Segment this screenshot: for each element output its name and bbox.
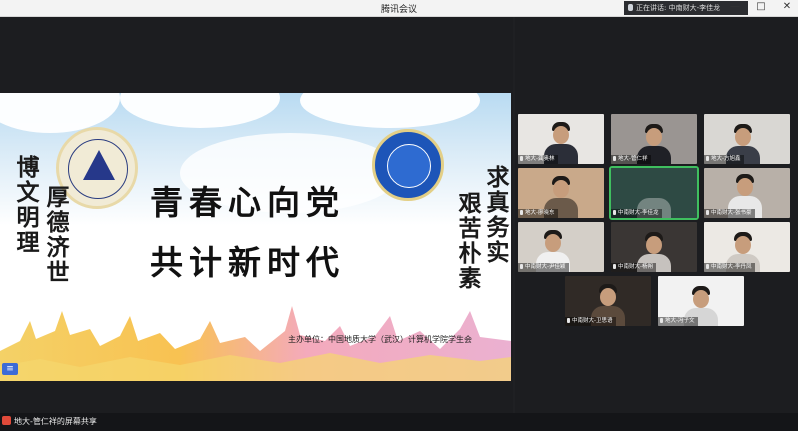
screen-share-area[interactable]: 博文明理 厚德济世 求真务实 艰苦朴素 青春心向党 共计新时代 主办单位：中国地… <box>0 17 513 413</box>
slide-organizer-text: 主办单位：中国地质大学（武汉）计算机学院学生会 <box>288 335 472 344</box>
left-motto-column-2: 厚德济世 <box>42 185 69 285</box>
screen-share-icon <box>2 416 11 425</box>
microphone-icon <box>613 156 616 161</box>
speaking-label: 正在讲话: 中南财大-李佳龙 <box>636 4 721 12</box>
participant-tile-active-speaker[interactable]: 中南财大-李佳龙 <box>609 166 699 220</box>
participant-name-label: 中南财大-尹佳颖 <box>518 263 569 272</box>
participant-name-label: 地大-管仁祥 <box>611 155 651 164</box>
participant-video-panel: 地大-龚奥林 地大-管仁祥 地大-方旭鑫 地大-廖晓东 中南财大-李佳龙 中南财… <box>515 17 798 413</box>
participant-name-label: 地大-龚奥林 <box>518 155 558 164</box>
microphone-icon <box>613 210 616 215</box>
participant-name-label: 中南财大-李佳龙 <box>611 209 662 218</box>
screen-share-indicator[interactable]: 地大-管仁祥的屏幕共享 <box>2 415 97 429</box>
presentation-slide: 博文明理 厚德济世 求真务实 艰苦朴素 青春心向党 共计新时代 主办单位：中国地… <box>0 93 511 381</box>
slide-title-line-2: 共计新时代 <box>150 243 345 282</box>
participant-tile[interactable]: 中南财大-李丹凤 <box>704 222 790 272</box>
microphone-icon <box>628 4 633 11</box>
microphone-icon <box>520 264 523 269</box>
participant-tile[interactable]: 地大-方旭鑫 <box>704 114 790 164</box>
window-controls: — □ ✕ <box>728 1 794 12</box>
screen-share-toolbar-icon[interactable]: ≡ <box>2 363 18 375</box>
right-motto-column-2: 艰苦朴素 <box>454 191 481 291</box>
participant-name-label: 地大-廖晓东 <box>518 209 558 218</box>
maximize-button[interactable]: □ <box>754 1 768 12</box>
participant-name-label: 中南财大-杨朔 <box>611 263 656 272</box>
microphone-icon <box>706 210 709 215</box>
bottom-status-bar: 地大-管仁祥的屏幕共享 <box>0 413 798 431</box>
close-button[interactable]: ✕ <box>780 1 794 12</box>
participant-tile[interactable]: 地大-廖晓东 <box>518 168 604 218</box>
participant-name-label: 地大-方旭鑫 <box>704 155 744 164</box>
microphone-icon <box>706 264 709 269</box>
participant-tile[interactable]: 地大-龚奥林 <box>518 114 604 164</box>
participant-tile[interactable]: 中南财大-卫思语 <box>565 276 651 326</box>
microphone-icon <box>520 156 523 161</box>
microphone-icon <box>660 318 663 323</box>
microphone-icon <box>706 156 709 161</box>
participant-name-label: 中南财大-卫思语 <box>565 317 616 326</box>
participant-name-label: 中南财大-张书豪 <box>704 209 755 218</box>
participant-name-label: 中南财大-李丹凤 <box>704 263 755 272</box>
participant-tile[interactable]: 中南财大-杨朔 <box>611 222 697 272</box>
left-motto-column-1: 博文明理 <box>12 155 39 255</box>
participant-name-label: 地大-冯子文 <box>658 317 698 326</box>
slide-title-line-1: 青春心向党 <box>150 183 345 222</box>
microphone-icon <box>567 318 570 323</box>
microphone-icon <box>520 210 523 215</box>
university-seal-right-icon <box>372 129 444 201</box>
sharer-label: 地大-管仁祥的屏幕共享 <box>14 417 97 426</box>
participant-tile[interactable]: 中南财大-尹佳颖 <box>518 222 604 272</box>
minimize-button[interactable]: — <box>728 1 742 12</box>
microphone-icon <box>613 264 616 269</box>
participant-tile[interactable]: 地大-管仁祥 <box>611 114 697 164</box>
window-titlebar: 腾讯会议 正在讲话: 中南财大-李佳龙 — □ ✕ <box>0 0 798 17</box>
participant-tile[interactable]: 地大-冯子文 <box>658 276 744 326</box>
participant-tile[interactable]: 中南财大-张书豪 <box>704 168 790 218</box>
